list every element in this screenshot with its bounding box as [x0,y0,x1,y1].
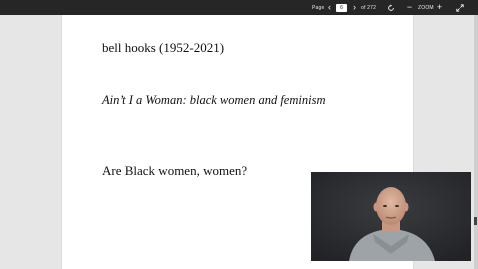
author-heading: bell hooks (1952-2021) [102,40,225,55]
question-text: Are Black women, women? [102,163,248,178]
scrollbar-track[interactable] [474,15,478,269]
page-number-input[interactable]: 6 [336,3,347,12]
zoom-label: ZOOM [418,4,434,11]
page-navigation: Page [312,0,324,15]
chevron-left-icon[interactable]: ‹ [325,3,334,12]
presenter-video[interactable] [311,172,471,261]
chevron-right-icon[interactable]: › [350,3,359,12]
plus-icon[interactable]: + [435,3,444,12]
scroll-marker[interactable] [474,217,477,225]
page-label: Page [312,4,325,11]
presenter-image [311,172,471,261]
pdf-toolbar: Page ‹ 6 › of 272 − ZOOM + [0,0,478,15]
book-title: Ain’t I a Woman: black women and feminis… [102,93,326,107]
expand-icon[interactable] [455,3,464,12]
rotate-icon[interactable] [386,3,395,12]
total-pages: of 272 [361,4,377,11]
minus-icon[interactable]: − [405,3,414,12]
